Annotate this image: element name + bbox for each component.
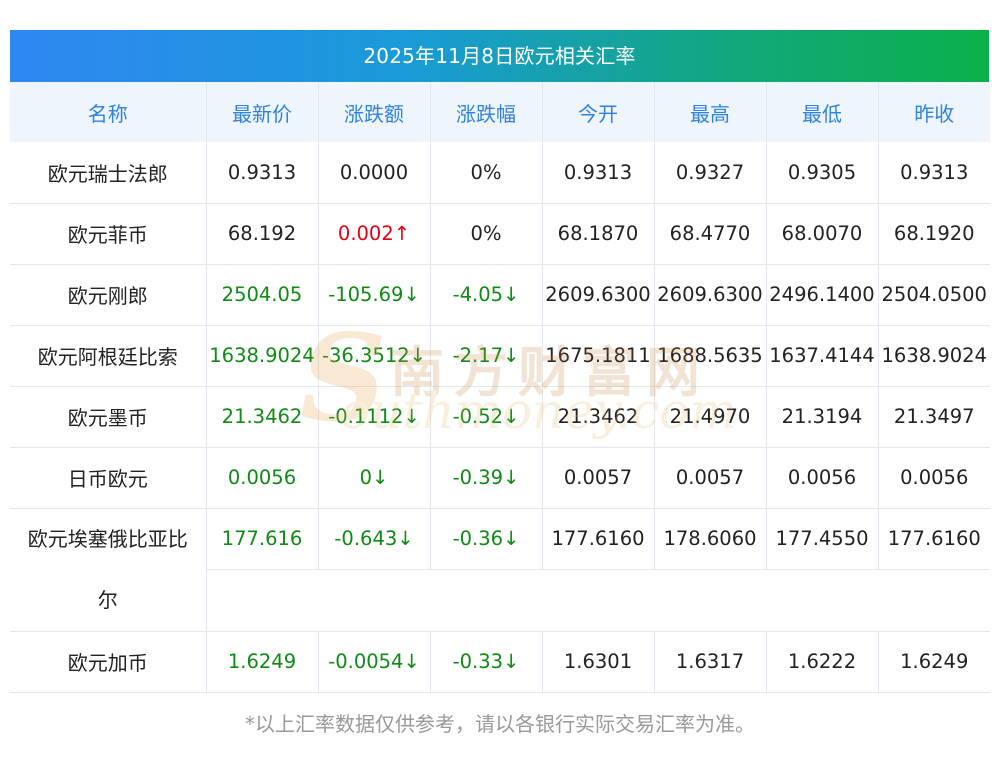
cell-prev: 0.0056	[878, 447, 990, 509]
cell-change: -105.69↓	[318, 264, 431, 326]
header-name: 名称	[10, 82, 207, 142]
cell-prev: 2504.0500	[878, 264, 990, 326]
cell-open: 68.1870	[542, 203, 655, 265]
footnote: *以上汇率数据仅供参考，请以各银行实际交易汇率为准。	[245, 712, 755, 736]
cell-name-wrapped: 欧元埃塞俄比亚比 尔	[10, 508, 207, 632]
cell-low: 68.0070	[766, 203, 879, 265]
cell-latest: 0.9313	[206, 142, 319, 204]
cell-change: 0.0000	[318, 142, 431, 204]
cell-high: 178.6060	[654, 508, 767, 570]
cell-prev: 1638.9024	[878, 325, 990, 387]
cell-low: 21.3194	[766, 386, 879, 448]
cell-name: 欧元菲币	[10, 203, 207, 265]
cell-name-line1: 欧元埃塞俄比亚比	[27, 526, 188, 551]
cell-latest: 21.3462	[206, 386, 319, 448]
cell-pct: -4.05↓	[430, 264, 543, 326]
header-open: 今开	[542, 82, 655, 142]
cell-latest: 68.192	[206, 203, 319, 265]
cell-pct: 0%	[430, 142, 543, 204]
cell-latest: 1638.9024	[206, 325, 319, 387]
cell-change: -0.643↓	[318, 508, 431, 570]
cell-prev: 177.6160	[878, 508, 990, 570]
header-prev: 昨收	[878, 82, 990, 142]
header-change: 涨跌额	[318, 82, 431, 142]
cell-change: -0.0054↓	[318, 631, 431, 693]
cell-pct: -0.36↓	[430, 508, 543, 570]
table-row: 欧元刚郎 2504.05 -105.69↓ -4.05↓ 2609.6300 2…	[10, 264, 990, 326]
cell-open: 1.6301	[542, 631, 655, 693]
cell-name: 欧元阿根廷比索	[10, 325, 207, 387]
cell-latest: 2504.05	[206, 264, 319, 326]
cell-name: 欧元瑞士法郎	[10, 142, 207, 204]
cell-name: 欧元墨币	[10, 386, 207, 448]
cell-change: -36.3512↓	[318, 325, 431, 387]
cell-pct: -0.39↓	[430, 447, 543, 509]
header-latest: 最新价	[206, 82, 319, 142]
cell-open: 1675.1811	[542, 325, 655, 387]
table-row: 欧元埃塞俄比亚比 尔 177.616 -0.643↓ -0.36↓ 177.61…	[10, 508, 990, 632]
cell-latest: 1.6249	[206, 631, 319, 693]
cell-name: 日币欧元	[10, 447, 207, 509]
cell-change: 0.002↑	[318, 203, 431, 265]
header-pct: 涨跌幅	[430, 82, 543, 142]
rate-table: 名称 最新价 涨跌额 涨跌幅 今开 最高 最低 昨收 欧元瑞士法郎 0.9313…	[10, 82, 990, 693]
rate-table-card: 2025年11月8日欧元相关汇率 名称 最新价 涨跌额 涨跌幅 今开 最高 最低…	[10, 30, 990, 693]
table-title: 2025年11月8日欧元相关汇率	[10, 30, 989, 82]
cell-name: 欧元加币	[10, 631, 207, 693]
cell-low: 177.4550	[766, 508, 879, 570]
header-low: 最低	[766, 82, 879, 142]
header-high: 最高	[654, 82, 767, 142]
cell-spacer	[206, 569, 990, 632]
cell-pct: -2.17↓	[430, 325, 543, 387]
cell-low: 0.9305	[766, 142, 879, 204]
table-row: 欧元瑞士法郎 0.9313 0.0000 0% 0.9313 0.9327 0.…	[10, 142, 990, 204]
cell-low: 0.0056	[766, 447, 879, 509]
cell-low: 1637.4144	[766, 325, 879, 387]
cell-pct: -0.33↓	[430, 631, 543, 693]
cell-open: 2609.6300	[542, 264, 655, 326]
cell-low: 2496.1400	[766, 264, 879, 326]
cell-high: 68.4770	[654, 203, 767, 265]
cell-high: 2609.6300	[654, 264, 767, 326]
cell-high: 0.0057	[654, 447, 767, 509]
cell-high: 21.4970	[654, 386, 767, 448]
cell-high: 1688.5635	[654, 325, 767, 387]
cell-pct: 0%	[430, 203, 543, 265]
cell-low: 1.6222	[766, 631, 879, 693]
cell-high: 1.6317	[654, 631, 767, 693]
cell-prev: 21.3497	[878, 386, 990, 448]
cell-prev: 1.6249	[878, 631, 990, 693]
table-row: 欧元菲币 68.192 0.002↑ 0% 68.1870 68.4770 68…	[10, 203, 990, 265]
cell-name: 欧元刚郎	[10, 264, 207, 326]
cell-change: -0.1112↓	[318, 386, 431, 448]
cell-open: 0.9313	[542, 142, 655, 204]
cell-high: 0.9327	[654, 142, 767, 204]
cell-name-line2: 尔	[97, 587, 118, 612]
cell-open: 21.3462	[542, 386, 655, 448]
table-row: 欧元阿根廷比索 1638.9024 -36.3512↓ -2.17↓ 1675.…	[10, 325, 990, 387]
cell-latest: 177.616	[206, 508, 319, 570]
table-row: 欧元加币 1.6249 -0.0054↓ -0.33↓ 1.6301 1.631…	[10, 631, 990, 693]
table-row: 日币欧元 0.0056 0↓ -0.39↓ 0.0057 0.0057 0.00…	[10, 447, 990, 509]
cell-change: 0↓	[318, 447, 431, 509]
cell-prev: 0.9313	[878, 142, 990, 204]
cell-prev: 68.1920	[878, 203, 990, 265]
cell-pct: -0.52↓	[430, 386, 543, 448]
table-row: 欧元墨币 21.3462 -0.1112↓ -0.52↓ 21.3462 21.…	[10, 386, 990, 448]
cell-open: 177.6160	[542, 508, 655, 570]
cell-latest: 0.0056	[206, 447, 319, 509]
cell-open: 0.0057	[542, 447, 655, 509]
header-row: 名称 最新价 涨跌额 涨跌幅 今开 最高 最低 昨收	[10, 82, 990, 142]
